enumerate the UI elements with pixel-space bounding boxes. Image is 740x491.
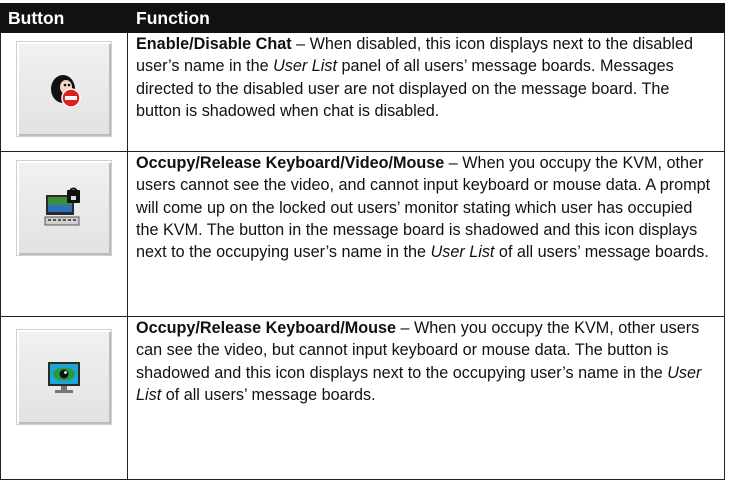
header-button: Button xyxy=(0,3,128,33)
user-chat-disabled-icon xyxy=(51,75,81,108)
title-dash: – xyxy=(396,319,414,337)
document-page: Button Function Enable/Disable Chat – Wh… xyxy=(0,0,740,491)
function-title: Occupy/Release Keyboard/Mouse xyxy=(136,319,396,337)
description-part-2: of all users’ message boards. xyxy=(494,243,709,262)
header-function: Function xyxy=(127,3,725,33)
occupy-kvm-button[interactable] xyxy=(16,160,112,256)
button-cell xyxy=(0,316,128,480)
user-list-term: User List xyxy=(273,57,337,76)
function-description: Occupy/Release Keyboard/Video/Mouse – Wh… xyxy=(127,151,725,317)
table-row: Enable/Disable Chat – When disabled, thi… xyxy=(0,32,725,152)
table-row: Occupy/Release Keyboard/Mouse – When you… xyxy=(0,316,725,480)
occupy-keyboard-mouse-button[interactable] xyxy=(16,329,112,425)
button-cell xyxy=(0,32,128,152)
function-title: Enable/Disable Chat xyxy=(136,35,292,53)
button-function-table: Button Function Enable/Disable Chat – Wh… xyxy=(0,3,725,480)
title-dash: – xyxy=(444,154,463,172)
button-cell xyxy=(0,151,128,317)
table-header-row: Button Function xyxy=(0,3,725,33)
function-description: Occupy/Release Keyboard/Mouse – When you… xyxy=(127,316,725,480)
title-dash: – xyxy=(291,35,310,53)
table-row: Occupy/Release Keyboard/Video/Mouse – Wh… xyxy=(0,151,725,317)
monitor-eye-icon xyxy=(48,362,80,393)
monitor-lock-keyboard-icon xyxy=(44,187,80,226)
user-list-term: User List xyxy=(430,243,495,262)
chat-toggle-button[interactable] xyxy=(16,41,112,137)
description-part-2: of all users’ message boards. xyxy=(161,385,376,404)
function-title: Occupy/Release Keyboard/Video/Mouse xyxy=(136,154,445,172)
function-description: Enable/Disable Chat – When disabled, thi… xyxy=(127,32,725,152)
